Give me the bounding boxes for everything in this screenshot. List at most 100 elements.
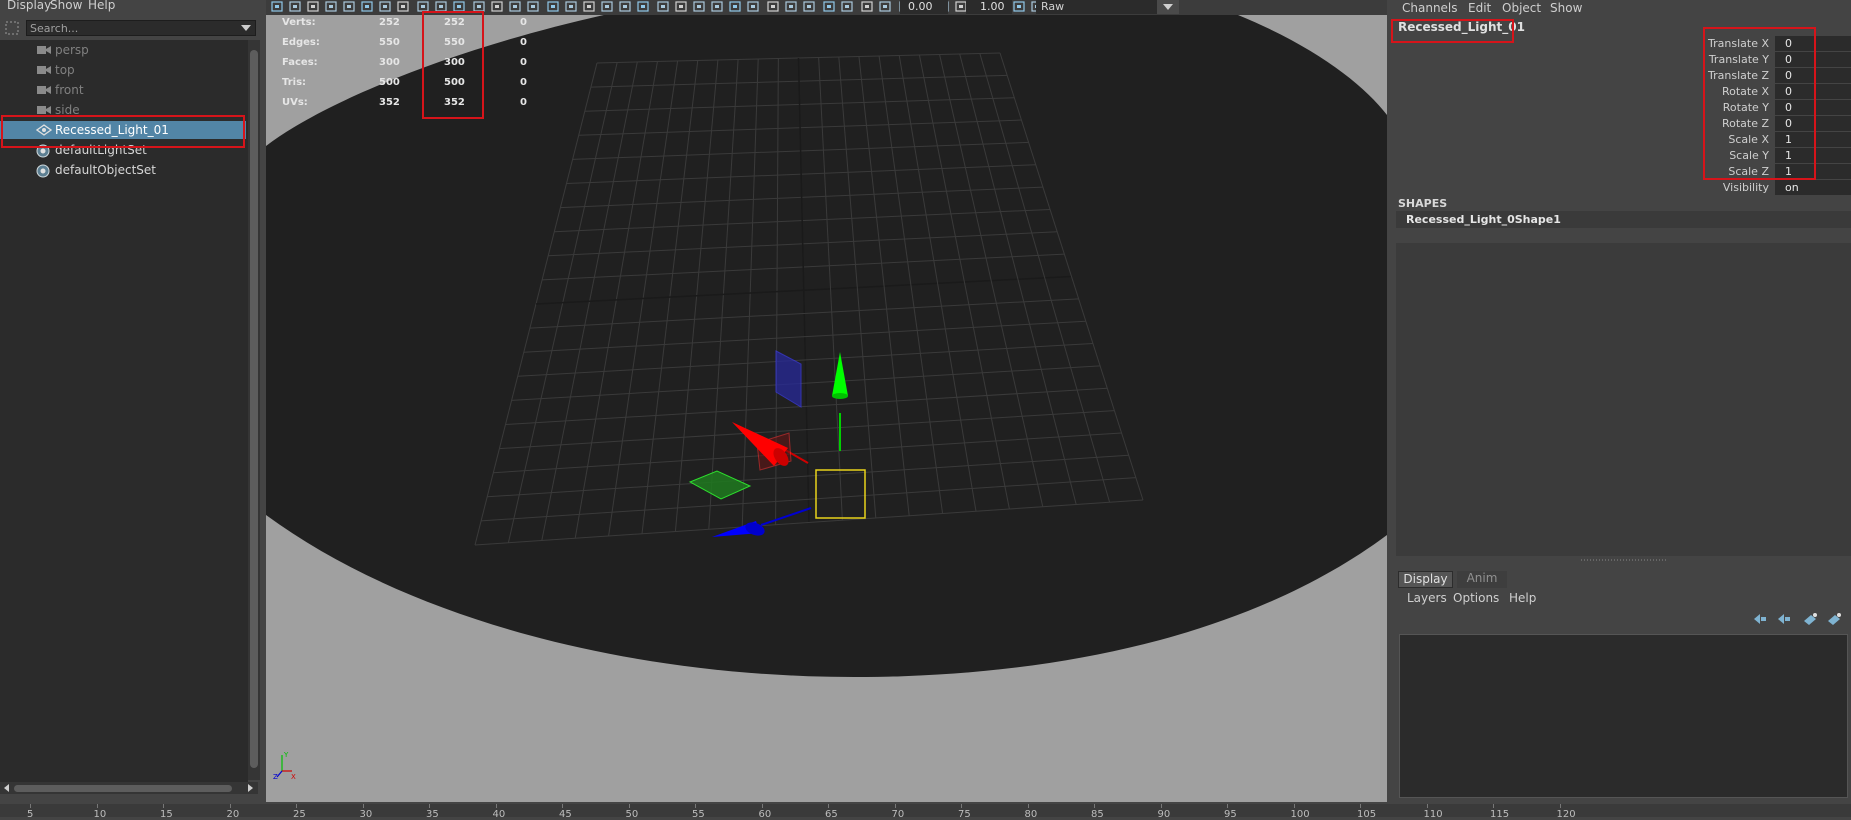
time-tick xyxy=(96,804,98,808)
time-tick xyxy=(30,804,31,808)
time-tick-label: 70 xyxy=(891,809,905,820)
panel-splitter[interactable] xyxy=(1396,557,1851,563)
time-tick-label: 100 xyxy=(1290,809,1310,820)
grease-pencil-icon[interactable] xyxy=(360,0,374,13)
wireframe-icon[interactable] xyxy=(508,0,522,13)
outliner-item-label: defaultObjectSet xyxy=(55,163,157,177)
shape-node-row[interactable]: Recessed_Light_0Shape1 xyxy=(1396,211,1851,228)
time-tick-label: 85 xyxy=(1091,809,1104,820)
hud-icon[interactable] xyxy=(878,0,892,13)
outliner-menu-show[interactable]: Show xyxy=(50,0,82,12)
svg-text:Y: Y xyxy=(283,751,289,759)
depth-of-field-icon[interactable] xyxy=(692,0,706,13)
tab-anim[interactable]: Anim xyxy=(1457,571,1507,588)
outliner-search-field[interactable] xyxy=(26,20,256,36)
layer-menu-layers[interactable]: Layers xyxy=(1407,591,1447,605)
time-tick-label: 45 xyxy=(559,809,572,820)
attr-value-field[interactable]: on xyxy=(1775,180,1851,195)
camera-icon xyxy=(36,64,52,76)
x-ray-icon[interactable] xyxy=(728,0,742,13)
layer-list xyxy=(1399,634,1848,798)
chevron-down-icon[interactable] xyxy=(241,25,251,31)
exposure-field[interactable]: 0.00 xyxy=(900,0,948,14)
hud-value: 252 xyxy=(379,17,400,28)
default-material-icon[interactable] xyxy=(546,0,560,13)
attr-label: Visibility xyxy=(1722,181,1769,194)
2d-pan-zoom-icon[interactable] xyxy=(342,0,356,13)
grid-icon[interactable] xyxy=(378,0,392,13)
x-ray-components-icon[interactable] xyxy=(766,0,780,13)
new-layer-selected-icon[interactable] xyxy=(1826,612,1842,626)
film-gate-icon[interactable] xyxy=(396,0,410,13)
viewport-scene[interactable]: Y X Z xyxy=(266,15,1387,802)
outliner-menu-help[interactable]: Help xyxy=(88,0,115,12)
hud-value: 300 xyxy=(379,57,400,68)
bookmark-icon[interactable] xyxy=(306,0,320,13)
channel-box-menu-channels[interactable]: Channels xyxy=(1402,1,1458,15)
backface-culling-icon[interactable] xyxy=(784,0,798,13)
layer-menu-help[interactable]: Help xyxy=(1509,591,1536,605)
poly-count-hud: Verts: 252 252 0 Edges: 550 550 0 Faces:… xyxy=(282,17,552,117)
wireframe-on-shaded-icon[interactable] xyxy=(564,0,578,13)
hud-row-uvs: UVs: 352 352 0 xyxy=(282,97,552,111)
scrollbar-thumb[interactable] xyxy=(14,785,232,792)
manipulators-icon[interactable] xyxy=(822,0,836,13)
layer-menu-options[interactable]: Options xyxy=(1453,591,1499,605)
outliner-item-persp[interactable]: persp xyxy=(0,41,246,59)
time-tick-label: 50 xyxy=(625,809,639,820)
multisample-aa-icon[interactable] xyxy=(674,0,688,13)
new-layer-icon[interactable] xyxy=(1802,612,1818,626)
x-ray-joints-icon[interactable] xyxy=(746,0,760,13)
time-tick xyxy=(1160,804,1162,808)
scrollbar-thumb[interactable] xyxy=(250,50,258,768)
isolate-select-icon[interactable] xyxy=(710,0,724,13)
time-tick xyxy=(1227,804,1228,808)
lights-icon[interactable] xyxy=(600,0,614,13)
gamma-field[interactable]: 1.00 xyxy=(966,0,1012,14)
image-plane-icon[interactable] xyxy=(324,0,338,13)
outliner-item-top[interactable]: top xyxy=(0,61,246,79)
camera-attributes-icon[interactable] xyxy=(288,0,302,13)
outliner-vertical-scrollbar[interactable] xyxy=(248,40,260,780)
outliner-horizontal-scrollbar[interactable] xyxy=(0,782,258,794)
chevron-down-icon[interactable] xyxy=(1157,0,1179,14)
tab-display[interactable]: Display xyxy=(1398,571,1453,588)
3d-viewport[interactable]: Y X Z xyxy=(266,15,1387,802)
color-space-dropdown[interactable]: Raw xyxy=(1036,0,1179,14)
splitter-grip[interactable] xyxy=(1581,559,1666,561)
annotation-box-hud xyxy=(422,11,484,119)
channel-box-menu-show[interactable]: Show xyxy=(1550,1,1582,15)
smooth-preview-icon[interactable] xyxy=(1012,0,1026,13)
outliner-item-defaultobjectset[interactable]: defaultObjectSet xyxy=(0,161,246,179)
camera-mode-icon[interactable] xyxy=(840,0,854,13)
move-layer-up-icon[interactable] xyxy=(1752,612,1768,626)
display-layers-icon[interactable] xyxy=(860,0,874,13)
outliner-search-input[interactable] xyxy=(30,21,235,35)
outliner-filter-icon[interactable] xyxy=(4,20,20,36)
ambient-occlusion-icon[interactable] xyxy=(636,0,650,13)
manipulator-y-arrow-base xyxy=(832,393,848,399)
attr-visibility[interactable]: Visibility on xyxy=(1680,180,1851,195)
channel-box-menu-object[interactable]: Object xyxy=(1502,1,1541,15)
shadows-icon[interactable] xyxy=(618,0,632,13)
outliner-item-label: front xyxy=(55,83,84,97)
hud-label: UVs: xyxy=(282,97,308,108)
safe-title-icon[interactable] xyxy=(490,0,504,13)
channel-box-empty-area xyxy=(1396,243,1851,556)
time-tick-label: 80 xyxy=(1024,809,1038,820)
time-slider[interactable]: 5 10 15 20 25 30 35 40 45 50 55 60 65 70 75 80 85 90 95 100… xyxy=(0,804,1851,820)
time-tick xyxy=(1094,804,1095,808)
time-tick-label: 5 xyxy=(27,809,34,820)
outliner-item-label: top xyxy=(55,63,75,77)
move-layer-down-icon[interactable] xyxy=(1776,612,1792,626)
time-tick xyxy=(1493,804,1494,808)
outliner-item-front[interactable]: front xyxy=(0,81,246,99)
hud-row-tris: Tris: 500 500 0 xyxy=(282,77,552,91)
select-camera-icon[interactable] xyxy=(270,0,284,13)
outliner-menu-display[interactable]: Display xyxy=(7,0,51,12)
motion-blur-icon[interactable] xyxy=(656,0,670,13)
channel-box-menu-edit[interactable]: Edit xyxy=(1468,1,1491,15)
smooth-shade-icon[interactable] xyxy=(526,0,540,13)
shaded-brush-icon[interactable] xyxy=(802,0,816,13)
textured-icon[interactable] xyxy=(582,0,596,13)
